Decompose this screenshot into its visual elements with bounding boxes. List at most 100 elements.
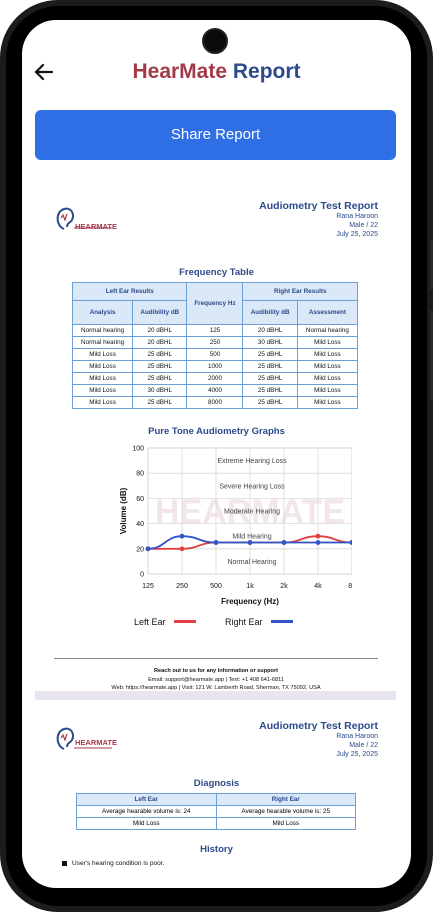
x-tick-label: 4k [314, 583, 322, 590]
cell-frequency: 1000 [186, 360, 244, 373]
y-tick-label: 0 [140, 572, 144, 579]
cell-right-assessment: Mild Loss [296, 396, 359, 409]
zone-label: Mild Hearing [232, 534, 271, 541]
frequency-table-title: Frequency Table [179, 267, 254, 278]
chart-legend: Left Ear Right Ear [22, 616, 411, 627]
x-tick-label: 1k [246, 583, 254, 590]
y-tick-label: 100 [132, 446, 144, 453]
patient-name-2: Rana Haroon [336, 733, 378, 740]
col-left-audibility: Audibility dB [132, 300, 188, 325]
cell-right-audibility: 20 dBHL [242, 324, 298, 337]
data-point-right-ear [349, 540, 352, 545]
cell-frequency: 4000 [186, 384, 244, 397]
zone-label: Moderate Hearing [224, 509, 280, 516]
table-row: Normal hearing 20 dBHL 125 20 dBHL Normal he… [71, 324, 359, 337]
col-assessment: Assessment [296, 300, 359, 325]
report-date: July 25, 2025 [336, 231, 378, 238]
diagnosis-left-header: Left Ear [76, 793, 217, 806]
cell-right-assessment: Mild Loss [296, 372, 359, 385]
report-title: Audiometry Test Report [259, 200, 378, 212]
table-row: Mild Loss 30 dBHL 4000 25 dBHL Mild Loss [71, 384, 359, 397]
report-header: Audiometry Test Report Rana Haroon Male … [259, 200, 378, 239]
data-point-right-ear [247, 540, 253, 545]
share-report-button[interactable]: Share Report [35, 110, 396, 160]
cell-frequency: 125 [186, 324, 244, 337]
cell-left-audibility: 25 dBHL [132, 360, 188, 373]
table-row: Mild Loss 25 dBHL 2000 25 dBHL Mild Loss [71, 372, 359, 385]
cell-left-analysis: Normal hearing [71, 324, 134, 337]
data-point-left-ear [179, 546, 185, 552]
patient-info-2: Male / 22 [349, 742, 378, 749]
legend-right-label: Right Ear [225, 616, 263, 627]
cell-left-audibility: 20 dBHL [132, 324, 188, 337]
cell-left-analysis: Normal hearing [71, 336, 134, 349]
frequency-table-body: Normal hearing 20 dBHL 125 20 dBHL Normal he… [71, 324, 359, 409]
cell-right-assessment: Mild Loss [296, 336, 359, 349]
left-ear-group-header: Left Ear Results [71, 282, 188, 301]
cell-left-audibility: 25 dBHL [132, 372, 188, 385]
cell-left-analysis: Mild Loss [71, 396, 134, 409]
cell-left-analysis: Mild Loss [71, 348, 134, 361]
history-item: User's hearing condition is poor. [62, 860, 164, 867]
zone-label: Severe Hearing Loss [219, 483, 285, 490]
table-row: Normal hearing 20 dBHL 250 30 dBHL Mild Loss [71, 336, 359, 349]
diagnosis-right-header: Right Ear [215, 793, 356, 806]
zone-label: Normal Hearing [227, 559, 276, 566]
diagnosis-left-volume: Average hearable volume is: 24 [76, 805, 217, 818]
cell-right-audibility: 25 dBHL [242, 372, 298, 385]
cell-right-assessment: Mild Loss [296, 384, 359, 397]
x-tick-label: 125 [142, 583, 154, 590]
cell-right-audibility: 30 dBHL [242, 336, 298, 349]
title-rest: Report [227, 60, 301, 83]
cell-frequency: 250 [186, 336, 244, 349]
table-row: Mild Loss 25 dBHL 1000 25 dBHL Mild Loss [71, 360, 359, 373]
diagnosis-title: Diagnosis [193, 778, 240, 789]
diagnosis-table: Left Ear Right Ear Average hearable volu… [76, 793, 356, 830]
footer-line-2: Email: support@hearmate.app | Text: +1 4… [148, 676, 284, 683]
zone-label: Extreme Hearing Loss [217, 458, 287, 465]
y-tick-label: 20 [136, 546, 144, 553]
report-footer: Reach out to us for any information or s… [54, 658, 378, 693]
right-ear-group-header: Right Ear Results [242, 282, 358, 301]
col-analysis: Analysis [71, 300, 134, 325]
cell-left-analysis: Mild Loss [71, 384, 134, 397]
cell-right-audibility: 25 dBHL [242, 360, 298, 373]
x-tick-label: 8k [348, 583, 352, 590]
report-header-2: Audiometry Test Report Rana Haroon Male … [259, 720, 378, 759]
screen: HearMate Report Share Report HEARMATE Au… [22, 20, 411, 888]
logo-text-2: HEARMATE [75, 738, 117, 747]
audiometry-chart: HEARMATE0204060801001252505001k2k4k8kExt… [119, 446, 352, 606]
x-axis-label: Frequency (Hz) [221, 597, 279, 606]
data-point-right-ear [179, 533, 185, 539]
y-tick-label: 40 [136, 521, 144, 528]
patient-info: Male / 22 [349, 222, 378, 229]
data-point-left-ear [315, 533, 321, 539]
cell-frequency: 8000 [186, 396, 244, 409]
x-tick-label: 2k [280, 583, 288, 590]
frequency-header: Frequency Hz [186, 282, 244, 325]
page-title: HearMate Report [22, 60, 411, 84]
diagnosis-right-volume: Average hearable volume is: 25 [215, 805, 356, 818]
data-point-right-ear [315, 540, 321, 545]
legend-left-swatch [173, 620, 196, 624]
data-point-right-ear [145, 546, 151, 552]
cell-right-assessment: Mild Loss [296, 360, 359, 373]
front-camera [202, 28, 228, 54]
table-row: Mild Loss 25 dBHL 8000 25 dBHL Mild Loss [71, 396, 359, 409]
cell-left-audibility: 25 dBHL [132, 348, 188, 361]
diagnosis-right-result: Mild Loss [215, 817, 356, 830]
y-tick-label: 80 [136, 471, 144, 478]
cell-right-assessment: Normal hearing [296, 324, 359, 337]
table-row: Mild Loss 25 dBHL 500 25 dBHL Mild Loss [71, 348, 359, 361]
footer-line-1: Reach out to us for any information or s… [154, 668, 278, 674]
frequency-table: Left Ear Results Frequency Hz Right Ear … [71, 282, 359, 409]
y-axis-label: Volume (dB) [119, 487, 128, 534]
history-title: History [200, 844, 233, 855]
cell-frequency: 500 [186, 348, 244, 361]
patient-name: Rana Haroon [336, 213, 378, 220]
page-divider [35, 691, 396, 700]
cell-right-audibility: 25 dBHL [242, 348, 298, 361]
report-title-2: Audiometry Test Report [259, 720, 378, 732]
report-date-2: July 25, 2025 [336, 751, 378, 758]
cell-left-analysis: Mild Loss [71, 372, 134, 385]
